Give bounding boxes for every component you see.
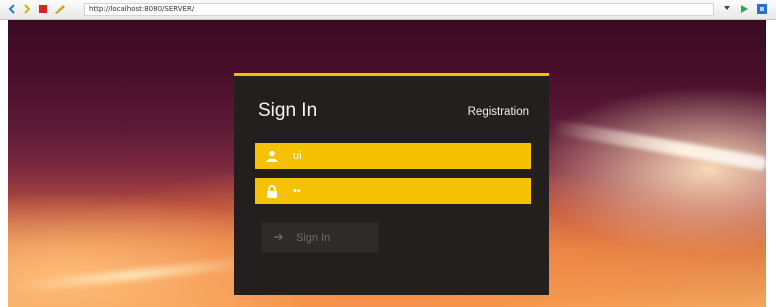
user-icon [259, 143, 285, 169]
dropdown-icon[interactable] [723, 4, 731, 12]
go-icon[interactable] [739, 4, 749, 14]
arrow-right-icon [274, 232, 284, 244]
edit-icon[interactable] [54, 4, 66, 14]
light-streak [548, 119, 766, 171]
page-title: Sign In [258, 100, 318, 121]
stop-icon[interactable] [38, 4, 48, 14]
password-input[interactable] [285, 180, 523, 202]
forward-icon[interactable] [22, 4, 32, 14]
sign-in-button[interactable]: Sign In [261, 222, 379, 253]
username-field[interactable] [255, 143, 531, 169]
lock-icon [259, 178, 285, 204]
password-field[interactable] [255, 178, 531, 204]
settings-icon[interactable] [757, 4, 767, 14]
sign-in-label: Sign In [296, 231, 331, 244]
login-panel: Sign In Registration Sign In [234, 73, 549, 295]
username-input[interactable] [285, 145, 523, 167]
light-streak [8, 256, 258, 294]
address-bar[interactable]: http://localhost:8080/SERVER/ [84, 3, 714, 16]
back-icon[interactable] [8, 4, 18, 14]
browser-toolbar: http://localhost:8080/SERVER/ [0, 0, 776, 20]
registration-link[interactable]: Registration [468, 106, 529, 118]
